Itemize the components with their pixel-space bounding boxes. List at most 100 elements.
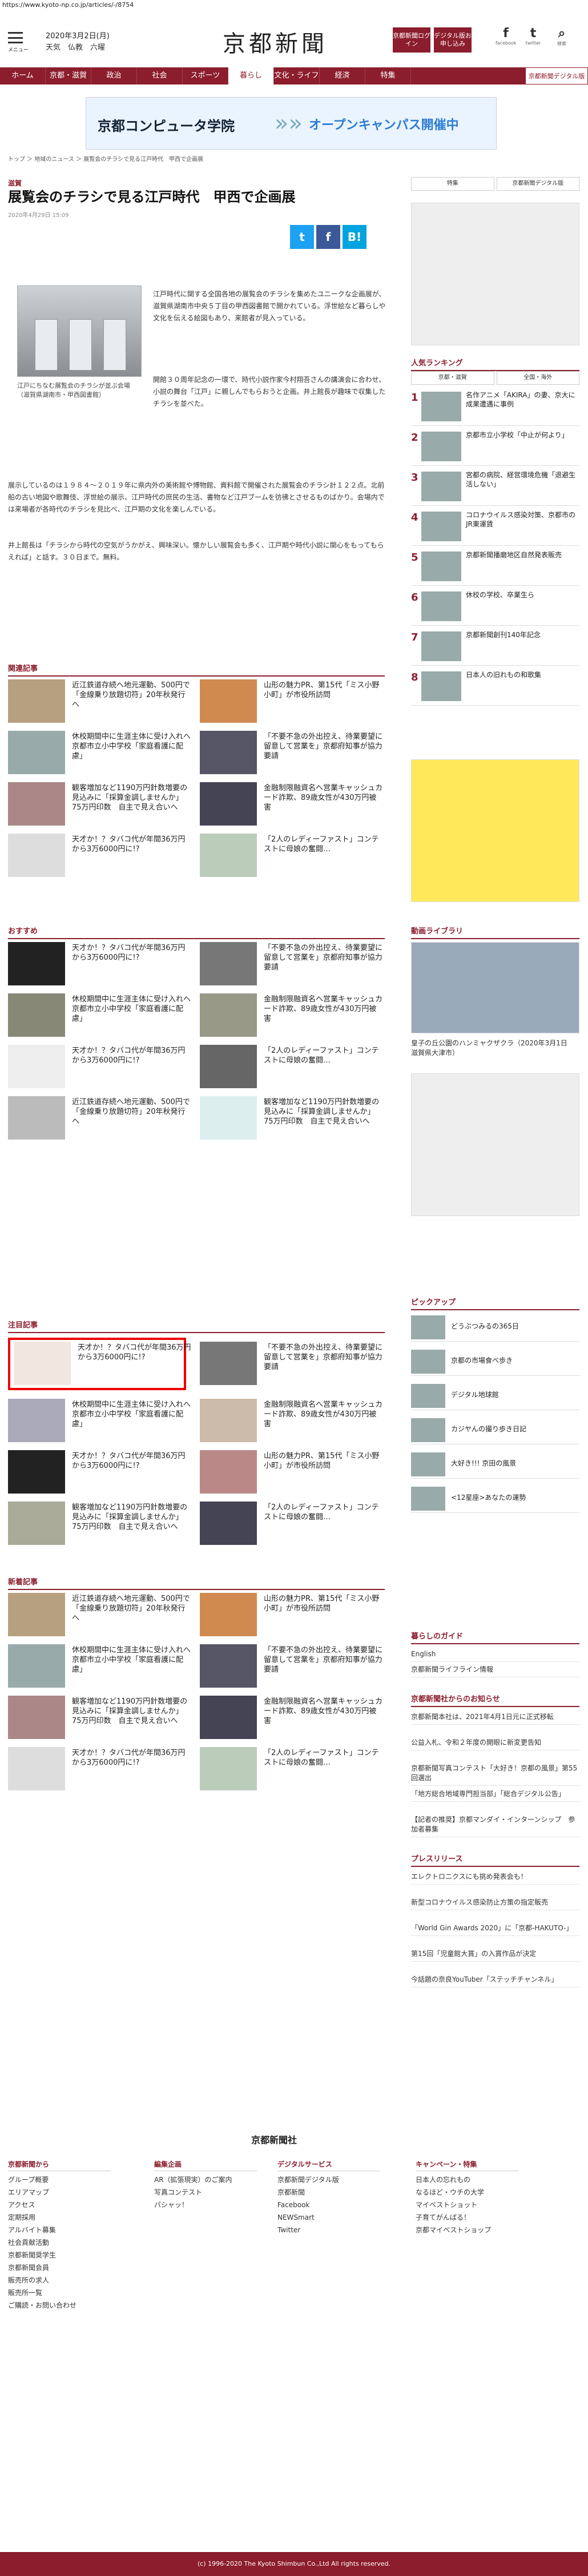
tab-kyoto-shiga[interactable]: 京都・滋賀 [411,371,494,385]
weather-link[interactable]: 天気 仏教 六曜 [46,41,105,52]
featured-card[interactable]: 「不要不急の外出控え、待業要望に留意して営業を」京都府知事が協力要請 [200,1342,388,1387]
recommend-card[interactable]: 天才か！？タバコ代が年間36万円から3万6000円に!? [8,942,196,988]
footer-link[interactable]: マイベストショット [416,2199,518,2211]
footer-link[interactable]: 子育てがんばる！ [416,2211,518,2224]
nav-life[interactable]: 暮らし [228,67,274,84]
footer-link[interactable]: Facebook [277,2199,380,2211]
latest-card[interactable]: 「2人のレディーファスト」コンテストに母娘の奮闘… [200,1747,388,1793]
nav-culture[interactable]: 文化・ライフ [274,67,320,84]
right-link-1[interactable]: 特集 [411,177,494,191]
footer-link[interactable]: 京都新聞会員 [8,2261,111,2274]
pickup-item[interactable]: 京都の市場食べ歩き [411,1347,579,1376]
footer-link[interactable]: 京都新聞奨学生 [8,2249,111,2261]
ranking-item[interactable]: 5 京都新聞播磨地区自然発表販売 [411,548,579,586]
notice-item[interactable]: 京都新聞写真コンテスト「大好き！京都の風景」第55回選出 [411,1761,579,1786]
nav-sports[interactable]: スポーツ [183,67,228,84]
nav-economy[interactable]: 経済 [320,67,365,84]
tab-national[interactable]: 全国・海外 [496,371,579,385]
latest-card[interactable]: 金融制限融資名へ営業キャッシュカード詐欺、89歳女性が430万円被害 [200,1696,388,1741]
recommend-card[interactable]: 観客増加など1190万円針数増要の見込みに「採算金調しませんか」75万円印数 自… [200,1096,388,1142]
footer-link[interactable]: Twitter [277,2224,380,2236]
map-ad[interactable] [411,203,579,345]
site-logo[interactable]: 京都新聞 [223,25,328,58]
press-item[interactable]: 新型コロナウイルス感染防止方策の指定販売 [411,1895,579,1910]
ranking-item[interactable]: 8 日本人の旧れもの和歌集 [411,668,579,706]
latest-card[interactable]: 山形の魅力PR、第15代「ミス小野小町」が市役所訪問 [200,1593,388,1639]
footer-logo[interactable]: 京都新聞社 [251,2132,297,2146]
latest-card[interactable]: 「不要不急の外出控え、待業要望に留意して営業を」京都府知事が協力要請 [200,1644,388,1690]
related-card[interactable]: 「2人のレディーファスト」コンテストに母娘の奮闘… [200,834,388,879]
featured-card[interactable]: 金融制限融資名へ営業キャッシュカード詐欺、89歳女性が430万円被害 [200,1399,388,1444]
featured-card[interactable]: 山形の魅力PR、第15代「ミス小野小町」が市役所訪問 [200,1450,388,1496]
footer-link[interactable]: エリアマップ [8,2186,111,2199]
nav-features[interactable]: 特集 [365,67,411,84]
footer-link[interactable]: ご購読・お問い合わせ [8,2299,111,2312]
press-item[interactable]: 今話題の奈良YouTuber「ステッチチャンネル」 [411,1973,579,1987]
footer-link[interactable]: グループ概要 [8,2174,111,2186]
video-thumbnail[interactable] [411,942,579,1033]
featured-card[interactable]: 天才か！？タバコ代が年間36万円から3万6000円に!? [14,1342,202,1387]
pickup-item[interactable]: 大好き!!! 京田の風景 [411,1450,579,1479]
nav-home[interactable]: ホーム [0,67,46,84]
article-photo[interactable] [17,285,142,377]
notice-item[interactable]: 公益入札、令和２年度の開眼に新変更告知 [411,1736,579,1750]
footer-link[interactable]: NEWSmart [277,2211,380,2224]
related-card[interactable]: 天才か！？タバコ代が年間36万円から3万6000円に!? [8,834,196,879]
pickup-item[interactable]: デジタル地球館 [411,1382,579,1410]
facebook-icon[interactable]: f facebook [496,26,517,46]
twitter-share-icon[interactable]: t [290,225,314,249]
guide-item[interactable]: English [411,1647,579,1662]
footer-link[interactable]: 販売所一覧 [8,2287,111,2299]
ranking-item[interactable]: 7 京都新聞創刊140年記念 [411,628,579,666]
footer-link[interactable]: パシャッ！ [154,2199,257,2211]
login-button[interactable]: 京都新聞ログイン [393,27,430,53]
latest-card[interactable]: 観客増加など1190万円針数増要の見込みに「採算金調しませんか」75万円印数 自… [8,1696,196,1741]
menu-icon[interactable] [8,32,23,43]
ad-banner[interactable]: 京都コンピュータ学院 »» オープンキャンパス開催中 [86,97,497,150]
footer-link[interactable]: 社会貢献活動 [8,2236,111,2249]
notice-item[interactable]: 京都新聞本社は、2021年4月1日元に正式移転 [411,1710,579,1725]
related-card[interactable]: 観客増加など1190万円針数増要の見込みに「採算金調しませんか」75万円印数 自… [8,782,196,828]
ranking-item[interactable]: 1 名作アニメ「AKIRA」の妻、京大に成果遭遇に事例 [411,388,579,426]
press-item[interactable]: エレクトロニクスにも挑め発表会も！ [411,1870,579,1885]
recommend-card[interactable]: 金融制限融資名へ営業キャッシュカード詐欺、89歳女性が430万円被害 [200,993,388,1039]
recommend-card[interactable]: 「不要不急の外出控え、待業要望に留意して営業を」京都府知事が協力要請 [200,942,388,988]
footer-link[interactable]: 販売所の求人 [8,2274,111,2287]
featured-card[interactable]: 「2人のレディーファスト」コンテストに母娘の奮闘… [200,1502,388,1547]
latest-card[interactable]: 休校期間中に生涯主体に受け入れへ 京都市立小中学校「家庭看護に配慮」 [8,1644,198,1690]
recommend-card[interactable]: 「2人のレディーファスト」コンテストに母娘の奮闘… [200,1045,388,1090]
ranking-item[interactable]: 3 宮都の病院、経営環境危機「退避生活しない」 [411,468,579,506]
nav-society[interactable]: 社会 [137,67,183,84]
latest-card[interactable]: 天才か！？タバコ代が年間36万円から3万6000円に!? [8,1747,196,1793]
featured-card[interactable]: 休校期間中に生涯主体に受け入れへ 京都市立小中学校「家庭看護に配慮」 [8,1399,198,1444]
pickup-item[interactable]: <12星座>あなたの運勢 [411,1484,579,1513]
breadcrumb[interactable]: トップ ＞ 地域のニュース ＞ 展覧会のチラシで見る江戸時代 甲西で企画展 [8,154,203,163]
footer-link[interactable]: 京都新聞デジタル版 [277,2174,380,2186]
twitter-icon[interactable]: t twitter [523,26,543,46]
footer-link[interactable]: 定期採用 [8,2211,111,2224]
related-card[interactable]: 「不要不急の外出控え、待業要望に留意して営業を」京都府知事が協力要請 [200,731,388,776]
recommend-card[interactable]: 近江鉄道存続へ地元運動、500円で「金線乗り放題切符」20年秋発行へ [8,1096,196,1142]
related-card[interactable]: 山形の魅力PR、第15代「ミス小野小町」が市役所訪問 [200,679,388,725]
footer-link[interactable]: AR（拡張現実）のご案内 [154,2174,257,2186]
nav-politics[interactable]: 政治 [91,67,137,84]
pickup-item[interactable]: どうぶつみるの365日 [411,1313,579,1342]
pickup-item[interactable]: カジヤんの撮り歩き日記 [411,1416,579,1444]
url-bar[interactable]: https://www.kyoto-np.co.jp/articles/-/87… [0,0,588,10]
footer-link[interactable]: アクセス [8,2199,111,2211]
footer-link[interactable]: 日本人の忘れもの [416,2174,518,2186]
ranking-item[interactable]: 4 コロナウイルス感染対策、京都市のJR東運賃 [411,508,579,546]
bar-association-ad[interactable] [411,759,579,902]
press-item[interactable]: 「World Gin Awards 2020」に「京都-HAKUTO-」 [411,1921,579,1936]
footer-link[interactable]: 写真コンテスト [154,2186,257,2199]
article-category[interactable]: 滋賀 [8,178,22,188]
hatena-share-icon[interactable]: B! [343,225,367,249]
nav-kyoto-shiga[interactable]: 京都・滋賀 [46,67,91,84]
featured-card[interactable]: 観客増加など1190万円針数増要の見込みに「採算金調しませんか」75万円印数 自… [8,1502,196,1547]
footer-link[interactable]: 京都マイベストショップ [416,2224,518,2236]
recommend-card[interactable]: 休校期間中に生涯主体に受け入れへ 京都市立小中学校「家庭看護に配慮」 [8,993,198,1039]
search-icon[interactable]: ⌕ 検索 [551,26,572,47]
related-card[interactable]: 休校期間中に生涯主体に受け入れへ 京都市立小中学校「家庭看護に配慮」 [8,731,198,776]
ranking-item[interactable]: 2 京都市立小学校「中止が何より」 [411,428,579,466]
footer-link[interactable]: 京都新聞 [277,2186,380,2199]
